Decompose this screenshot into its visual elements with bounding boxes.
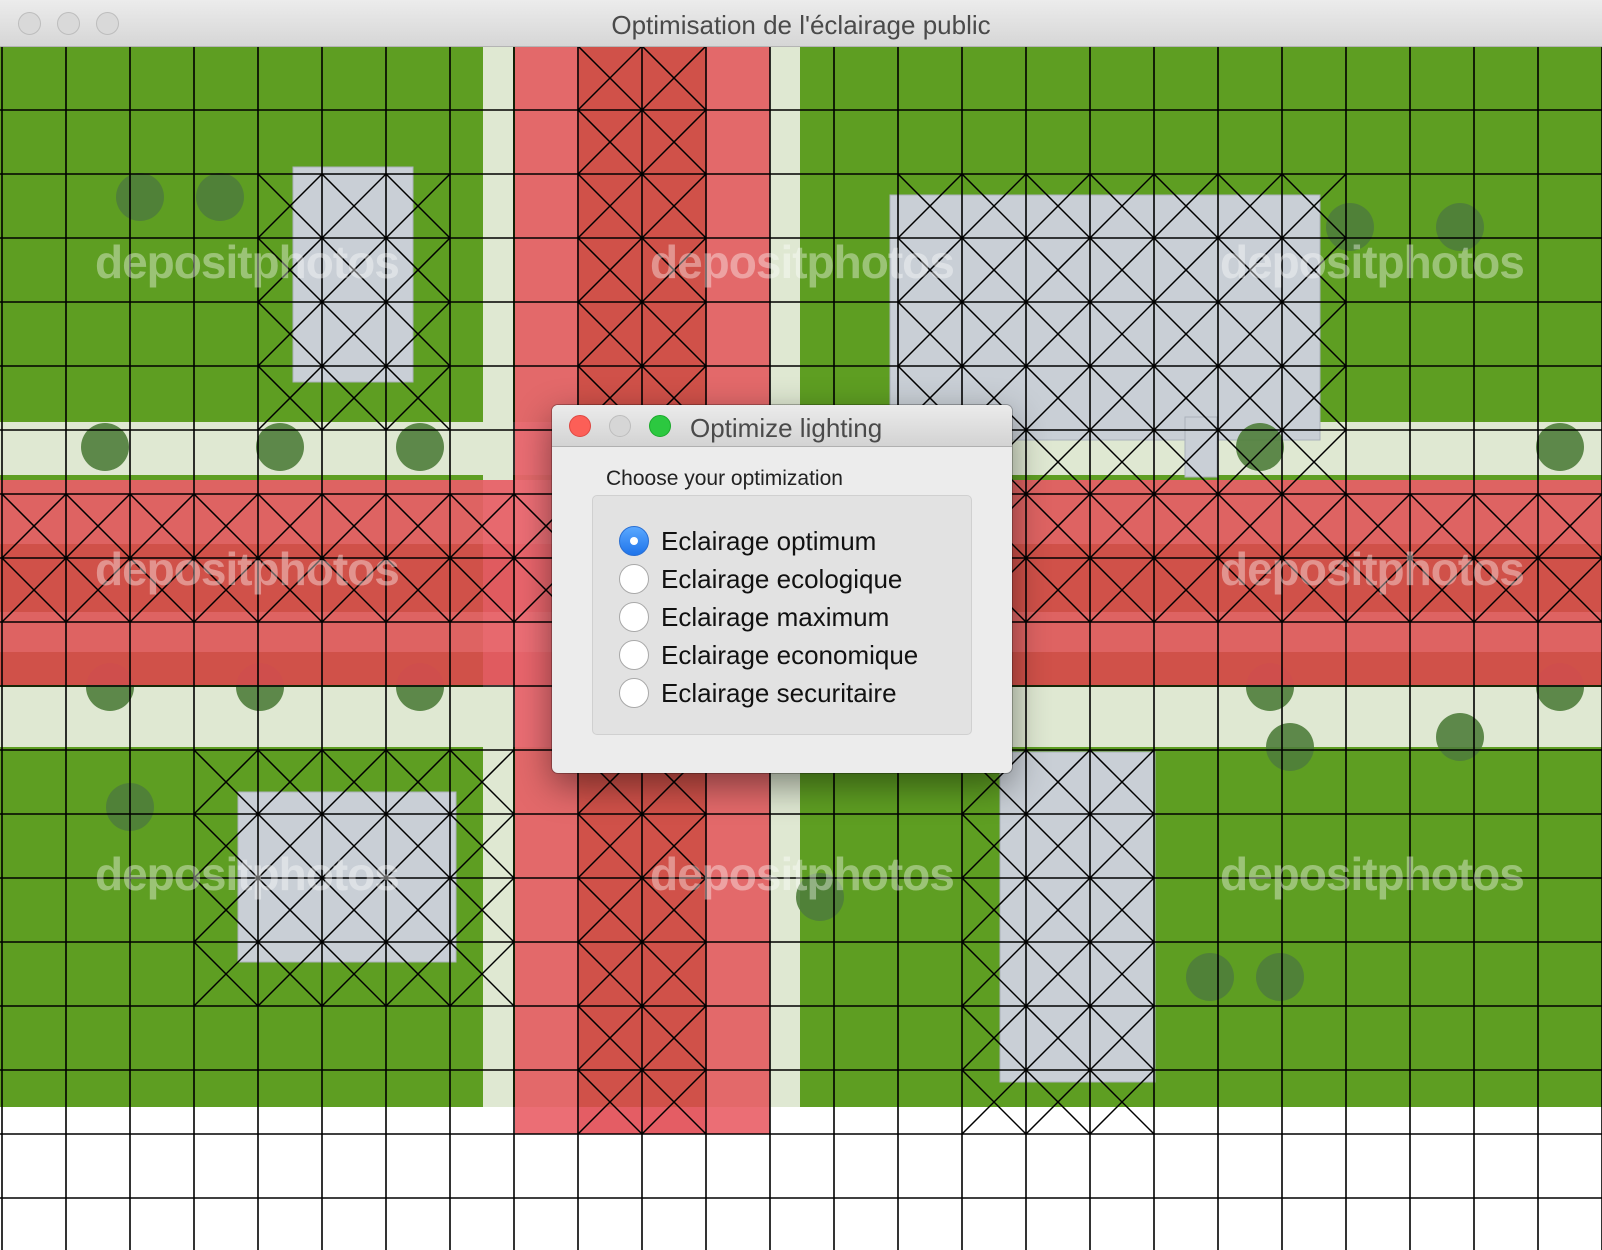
window-titlebar: Optimisation de l'éclairage public (0, 0, 1602, 47)
tree (196, 173, 244, 221)
optimize-lighting-dialog: Optimize lighting Choose your optimizati… (552, 405, 1012, 773)
dialog-title: Optimize lighting (690, 413, 883, 443)
radio-button[interactable] (619, 602, 649, 632)
watermark: depositphotos (1220, 543, 1525, 595)
tree (1266, 723, 1314, 771)
option-label: Eclairage maximum (661, 601, 890, 632)
option-eclairage-economique[interactable]: Eclairage economique (619, 638, 918, 672)
window-title: Optimisation de l'éclairage public (611, 10, 991, 40)
dialog-titlebar: Optimize lighting (552, 405, 1012, 447)
option-label: Eclairage optimum (661, 525, 877, 556)
radio-button[interactable] (619, 564, 649, 594)
watermark: depositphotos (95, 543, 400, 595)
option-eclairage-optimum[interactable]: Eclairage optimum (619, 524, 876, 558)
dialog-prompt: Choose your optimization (606, 467, 843, 490)
dialog-close-button[interactable] (569, 415, 591, 437)
option-label: Eclairage ecologique (661, 563, 903, 594)
watermark: depositphotos (95, 236, 400, 288)
option-eclairage-maximum[interactable]: Eclairage maximum (619, 600, 889, 634)
option-label: Eclairage economique (661, 639, 919, 670)
option-label: Eclairage securitaire (661, 677, 897, 708)
optimization-options-group: Eclairage optimum Eclairage ecologique E… (592, 495, 972, 735)
watermark: depositphotos (95, 848, 400, 900)
option-eclairage-securitaire[interactable]: Eclairage securitaire (619, 676, 897, 710)
radio-button-selected[interactable] (619, 526, 649, 556)
watermark: depositphotos (1220, 236, 1525, 288)
tree (116, 173, 164, 221)
tree (1186, 953, 1234, 1001)
watermark: depositphotos (650, 848, 955, 900)
watermark: depositphotos (1220, 848, 1525, 900)
tree (1256, 953, 1304, 1001)
dialog-minimize-button[interactable] (609, 415, 631, 437)
option-eclairage-ecologique[interactable]: Eclairage ecologique (619, 562, 902, 596)
watermark: depositphotos (650, 236, 955, 288)
tree (1436, 713, 1484, 761)
radio-button[interactable] (619, 640, 649, 670)
dialog-zoom-button[interactable] (649, 415, 671, 437)
radio-button[interactable] (619, 678, 649, 708)
